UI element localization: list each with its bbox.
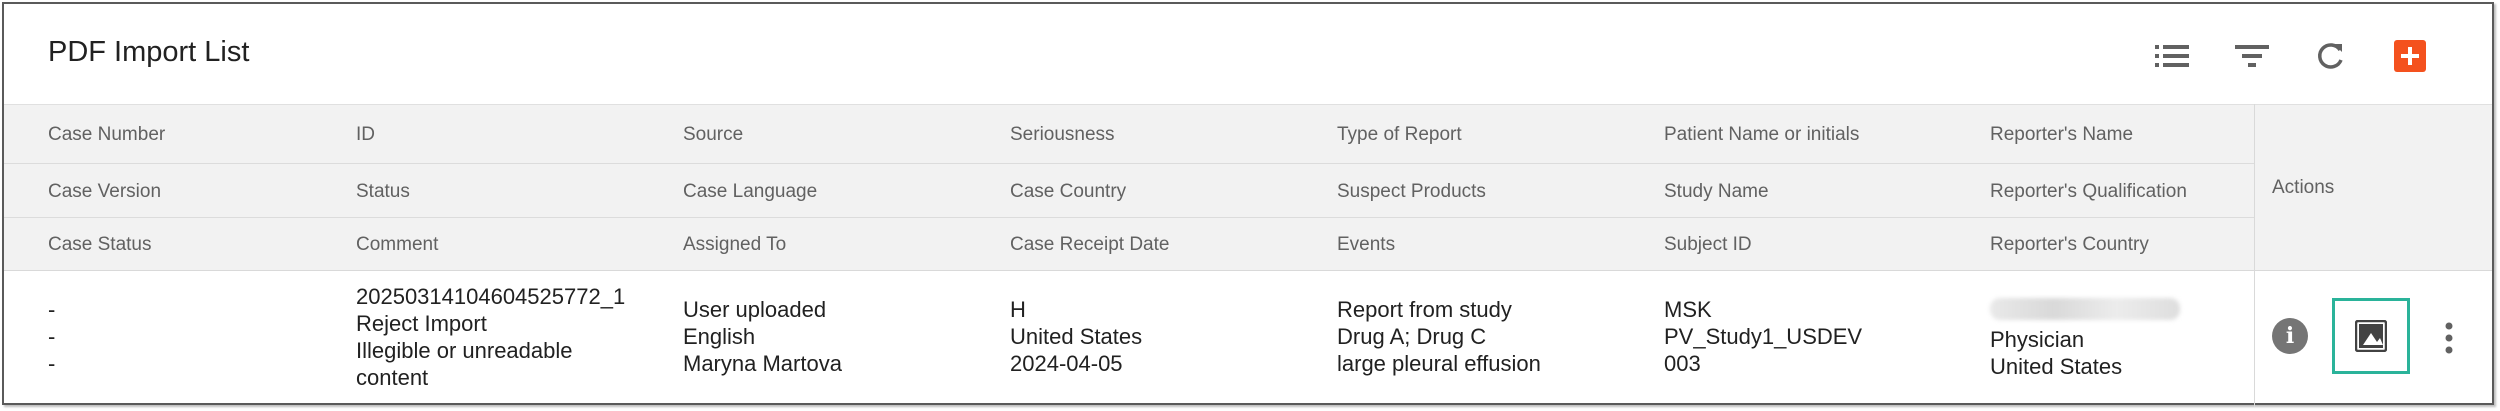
add-button[interactable] [2388, 34, 2432, 78]
header-patient-name[interactable]: Patient Name or initials [1664, 124, 1859, 146]
header-comment[interactable]: Comment [356, 234, 438, 256]
status-value: Reject Import [356, 311, 487, 336]
add-icon [2394, 40, 2426, 72]
header-events[interactable]: Events [1337, 234, 1395, 256]
filter-icon [2235, 45, 2269, 67]
divider [4, 217, 2254, 218]
header-id[interactable]: ID [356, 124, 375, 146]
cell-case: - - - [48, 296, 55, 377]
header-case-status[interactable]: Case Status [48, 234, 152, 256]
type-of-report-value: Report from study [1337, 297, 1512, 322]
header-seriousness[interactable]: Seriousness [1010, 124, 1115, 146]
more-vert-icon[interactable] [2434, 318, 2464, 358]
header-reporters-name[interactable]: Reporter's Name [1990, 124, 2133, 146]
cell-id: 20250314104604525772_1 Reject Import Ill… [356, 283, 646, 391]
refresh-icon [2318, 43, 2343, 69]
case-receipt-date-value: 2024-04-05 [1010, 351, 1123, 376]
redacted-name [1990, 298, 2180, 320]
info-icon[interactable]: i [2272, 318, 2308, 354]
source-value: User uploaded [683, 297, 827, 322]
subject-id-value: 003 [1664, 351, 1701, 376]
case-status-value: - [48, 351, 56, 376]
case-version-value: - [48, 324, 56, 349]
divider [4, 163, 2254, 164]
case-language-value: English [683, 324, 756, 349]
case-number-value: - [48, 297, 56, 322]
header-type-of-report[interactable]: Type of Report [1337, 124, 1462, 146]
events-value: large pleural effusion [1337, 351, 1541, 376]
id-value[interactable]: 20250314104604525772_1 [356, 283, 646, 310]
reporters-name-value [1990, 296, 2180, 326]
header-source[interactable]: Source [683, 124, 743, 146]
cell-patient: MSK PV_Study1_USDEV 003 [1664, 296, 1862, 377]
page-title: PDF Import List [48, 36, 250, 68]
comment-value: Illegible or unreadable content [356, 338, 573, 390]
header-assigned-to[interactable]: Assigned To [683, 234, 786, 256]
list-icon [2155, 45, 2189, 67]
study-name-value: PV_Study1_USDEV [1664, 324, 1863, 349]
suspect-products-value: Drug A; Drug C [1337, 324, 1487, 349]
seriousness-value: H [1010, 297, 1026, 322]
reporters-qualification-value: Physician [1990, 327, 2085, 352]
reporters-country-value: United States [1990, 354, 2123, 379]
header-actions: Actions [2272, 177, 2335, 198]
header-case-country[interactable]: Case Country [1010, 181, 1126, 203]
list-view-button[interactable] [2150, 34, 2194, 78]
assigned-to-value: Maryna Martova [683, 351, 842, 376]
header-case-language[interactable]: Case Language [683, 181, 817, 203]
cell-reporter: Physician United States [1990, 296, 2180, 380]
cell-report: Report from study Drug A; Drug C large p… [1337, 296, 1541, 377]
case-country-value: United States [1010, 324, 1143, 349]
cell-source: User uploaded English Maryna Martova [683, 296, 842, 377]
header-case-number[interactable]: Case Number [48, 124, 165, 146]
header-suspect-products[interactable]: Suspect Products [1337, 181, 1486, 203]
header-case-version[interactable]: Case Version [48, 181, 161, 203]
header-status[interactable]: Status [356, 181, 410, 203]
actions-divider [2254, 104, 2255, 407]
refresh-button[interactable] [2308, 34, 2352, 78]
cell-seriousness: H United States 2024-04-05 [1010, 296, 1142, 377]
view-image-button[interactable] [2332, 298, 2410, 374]
header-subject-id[interactable]: Subject ID [1664, 234, 1752, 256]
header-reporters-qualification[interactable]: Reporter's Qualification [1990, 181, 2187, 203]
image-icon [2355, 320, 2387, 352]
header-study-name[interactable]: Study Name [1664, 181, 1769, 203]
patient-initials-value: MSK [1664, 297, 1712, 322]
header-case-receipt-date[interactable]: Case Receipt Date [1010, 234, 1169, 256]
filter-button[interactable] [2230, 34, 2274, 78]
pdf-import-list-panel: PDF Import List Case Number Case Version… [2, 2, 2494, 407]
header-reporters-country[interactable]: Reporter's Country [1990, 234, 2149, 256]
